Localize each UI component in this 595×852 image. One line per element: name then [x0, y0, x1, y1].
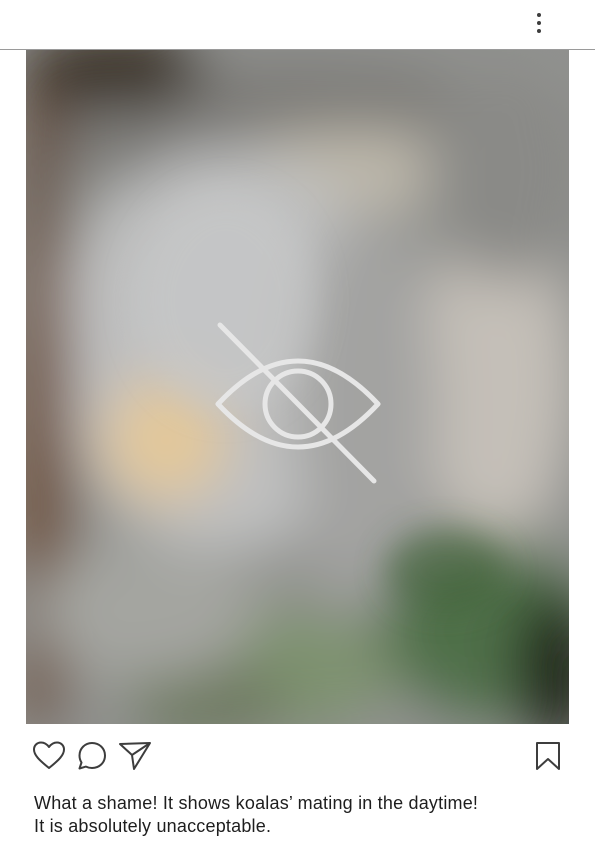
- caption-line: What a shame! It shows koalas’ mating in…: [34, 793, 479, 813]
- caption-line: It is absolutely unacceptable.: [34, 816, 272, 836]
- more-vertical-icon: [537, 13, 541, 17]
- bookmark-icon[interactable]: [533, 740, 563, 772]
- eye-off-icon[interactable]: [214, 320, 382, 488]
- post-actions: [0, 724, 595, 786]
- comment-icon[interactable]: [76, 740, 110, 772]
- post-image-blurred[interactable]: [26, 50, 569, 724]
- more-vertical-icon-dot: [537, 21, 541, 25]
- more-vertical-icon-dot: [537, 29, 541, 33]
- heart-icon[interactable]: [32, 740, 66, 772]
- send-icon[interactable]: [118, 740, 152, 772]
- top-bar: [0, 0, 595, 50]
- post-page: What a shame! It shows koalas’ mating in…: [0, 0, 595, 852]
- more-options-button[interactable]: [529, 10, 549, 36]
- post-caption: What a shame! It shows koalas’ mating in…: [34, 792, 564, 838]
